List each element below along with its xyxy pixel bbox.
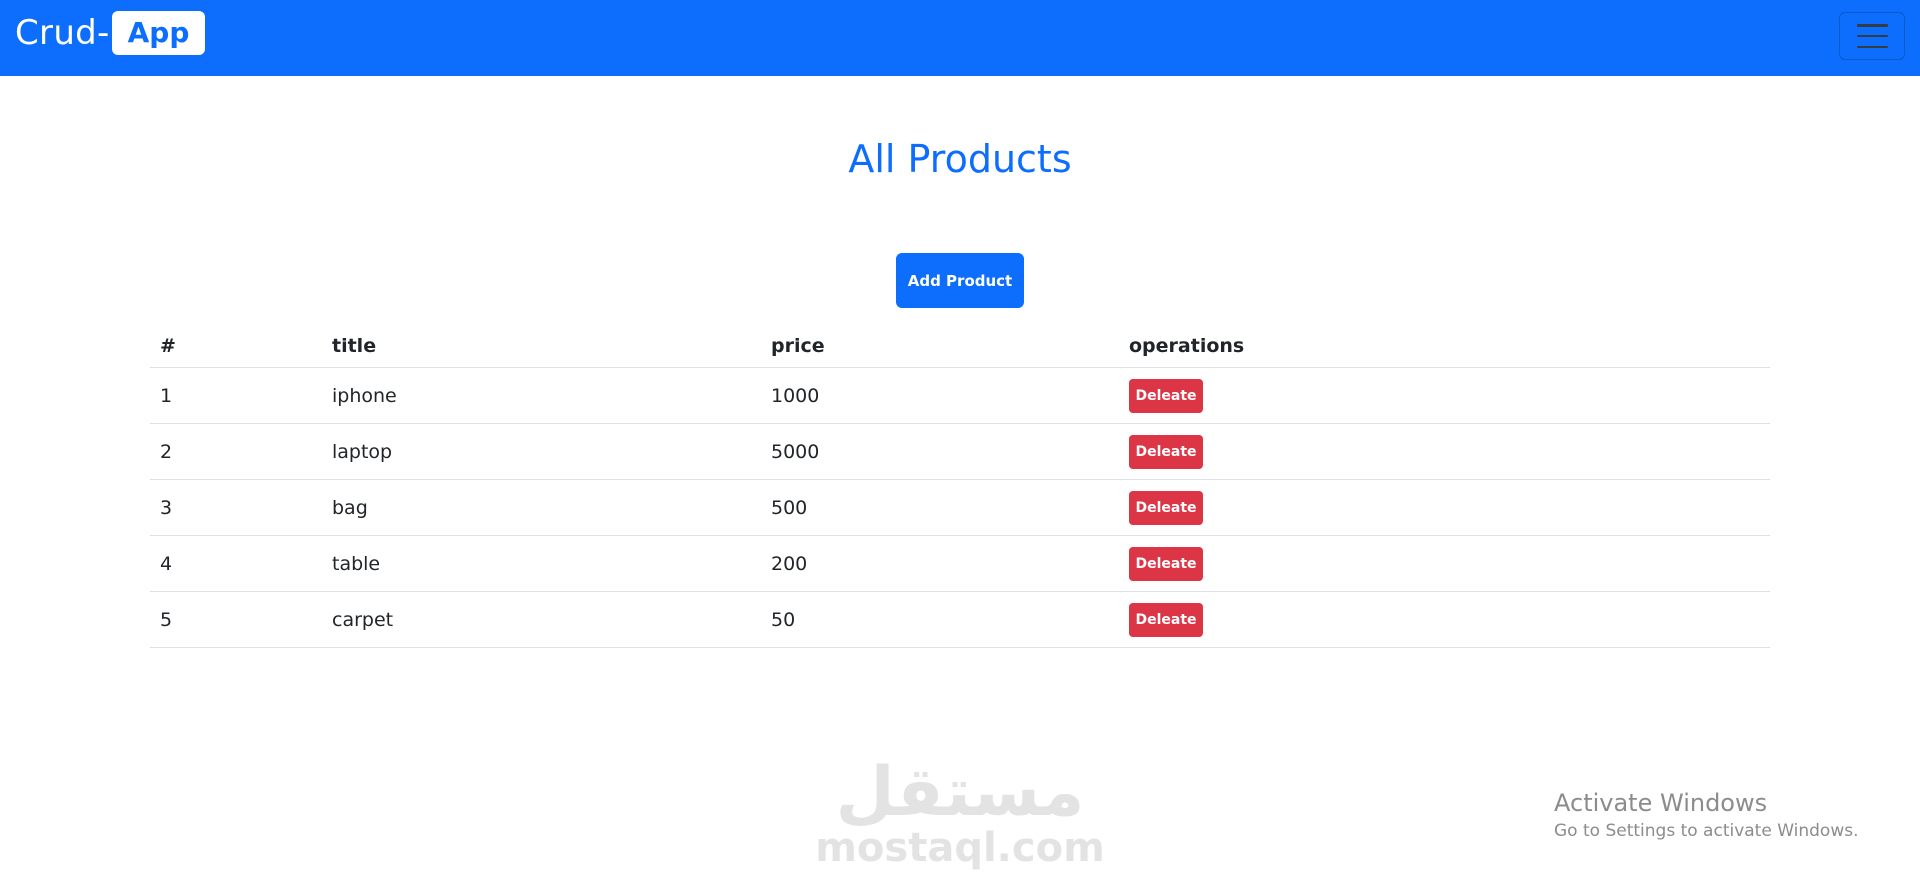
add-product-button[interactable]: Add Product (896, 253, 1024, 308)
delete-button[interactable]: Deleate (1129, 546, 1203, 581)
row-price: 1000 (761, 367, 1119, 424)
row-price: 200 (761, 535, 1119, 592)
row-title: laptop (322, 423, 761, 480)
row-number: 4 (150, 535, 322, 592)
row-number: 3 (150, 479, 322, 536)
table-row: 3 bag 500 Deleate (150, 479, 1770, 536)
navbar-brand[interactable]: Crud- App (15, 10, 206, 56)
row-price: 5000 (761, 423, 1119, 480)
column-header-title: title (322, 324, 761, 368)
row-operations: Deleate (1119, 535, 1770, 592)
activate-windows-title: Activate Windows (1554, 789, 1768, 817)
row-number: 5 (150, 591, 322, 648)
navbar-toggler-button[interactable] (1839, 12, 1905, 60)
delete-button[interactable]: Deleate (1129, 602, 1203, 637)
brand-text: Crud- (15, 13, 110, 53)
delete-button[interactable]: Deleate (1129, 378, 1203, 413)
row-title: table (322, 535, 761, 592)
row-operations: Deleate (1119, 367, 1770, 424)
navbar: Crud- App (0, 0, 1920, 76)
row-title: iphone (322, 367, 761, 424)
column-header-price: price (761, 324, 1119, 368)
page-title: All Products (848, 137, 1072, 181)
brand-badge: App (111, 11, 206, 55)
table-header-row: # title price operations (150, 324, 1770, 368)
row-title: bag (322, 479, 761, 536)
row-operations: Deleate (1119, 479, 1770, 536)
row-number: 2 (150, 423, 322, 480)
table-row: 5 carpet 50 Deleate (150, 591, 1770, 648)
column-header-operations: operations (1119, 324, 1770, 368)
delete-button[interactable]: Deleate (1129, 434, 1203, 469)
row-title: carpet (322, 591, 761, 648)
activate-windows-subtitle: Go to Settings to activate Windows. (1554, 821, 1859, 841)
hamburger-menu-icon (1856, 24, 1888, 48)
table-row: 1 iphone 1000 Deleate (150, 367, 1770, 424)
products-table: # title price operations 1 iphone 1000 D… (150, 324, 1770, 648)
row-price: 50 (761, 591, 1119, 648)
table-row: 2 laptop 5000 Deleate (150, 423, 1770, 480)
row-operations: Deleate (1119, 591, 1770, 648)
row-number: 1 (150, 367, 322, 424)
table-row: 4 table 200 Deleate (150, 535, 1770, 592)
delete-button[interactable]: Deleate (1129, 490, 1203, 525)
row-price: 500 (761, 479, 1119, 536)
row-operations: Deleate (1119, 423, 1770, 480)
activate-windows-overlay: Activate Windows Go to Settings to activ… (1554, 788, 1859, 844)
column-header-number: # (150, 324, 322, 368)
